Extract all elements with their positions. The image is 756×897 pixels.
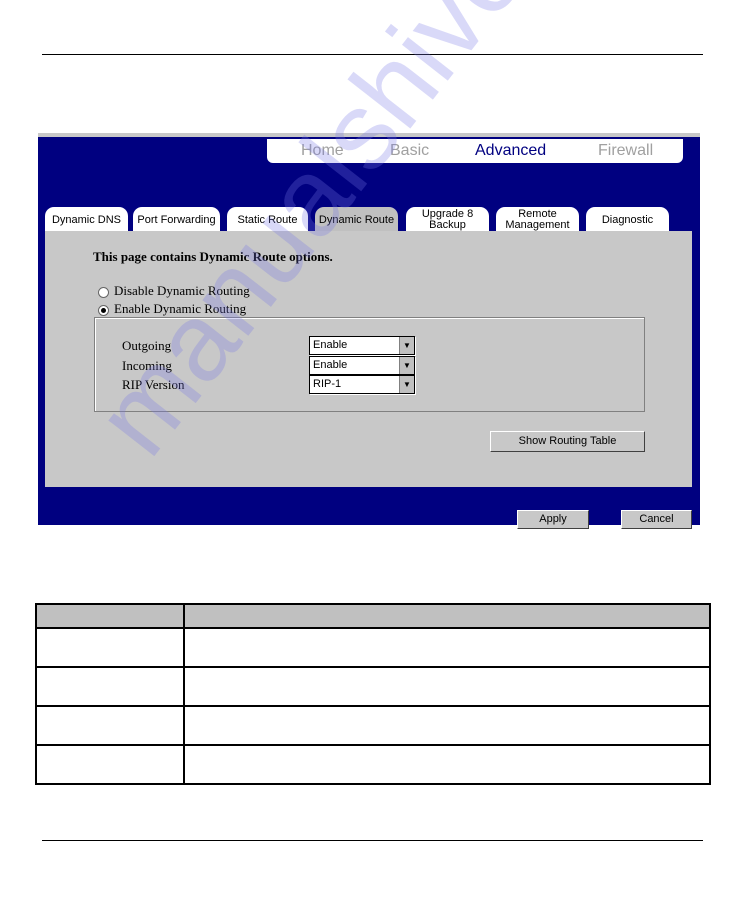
nav-basic[interactable]: Basic <box>390 142 429 160</box>
tab-diagnostic[interactable]: Diagnostic <box>586 207 669 233</box>
table-row <box>35 627 711 668</box>
disable-routing-label: Disable Dynamic Routing <box>114 283 250 298</box>
apply-button[interactable]: Apply <box>517 510 589 529</box>
table-row <box>35 705 711 746</box>
table-cell <box>183 705 711 746</box>
table-cell <box>183 666 711 707</box>
footer-rule <box>42 840 703 841</box>
field-description-table <box>35 603 711 785</box>
header-cell <box>183 603 711 629</box>
disable-routing-radio[interactable] <box>98 287 109 298</box>
rip-version-select[interactable]: RIP-1 ▼ <box>309 375 415 394</box>
table-header-row <box>35 603 711 629</box>
incoming-value: Enable <box>313 359 348 371</box>
table-cell <box>35 705 185 746</box>
top-nav: Home Basic Advanced Firewall <box>267 139 683 163</box>
tab-port-forwarding[interactable]: Port Forwarding <box>133 207 220 233</box>
tab-dynamic-route[interactable]: Dynamic Route <box>315 207 398 233</box>
tab-static-route[interactable]: Static Route <box>227 207 308 233</box>
router-screenshot: Home Basic Advanced Firewall Dynamic DNS… <box>38 133 700 529</box>
chevron-down-icon: ▼ <box>399 376 414 393</box>
nav-home[interactable]: Home <box>301 142 344 160</box>
chevron-down-icon: ▼ <box>399 357 414 374</box>
table-cell <box>35 627 185 668</box>
page-heading: This page contains Dynamic Route options… <box>93 249 333 264</box>
table-cell <box>183 627 711 668</box>
cancel-button[interactable]: Cancel <box>621 510 692 529</box>
chevron-down-icon: ▼ <box>399 337 414 354</box>
nav-advanced[interactable]: Advanced <box>475 142 546 160</box>
table-cell <box>183 744 711 785</box>
show-routing-table-button[interactable]: Show Routing Table <box>490 431 645 452</box>
table-row <box>35 666 711 707</box>
outgoing-label: Outgoing <box>122 338 172 353</box>
content-panel: This page contains Dynamic Route options… <box>45 231 692 487</box>
tab-upgrade-backup[interactable]: Upgrade 8 Backup <box>406 207 489 233</box>
rip-version-label: RIP Version <box>122 377 185 392</box>
nav-firewall[interactable]: Firewall <box>598 142 653 160</box>
incoming-select[interactable]: Enable ▼ <box>309 356 415 375</box>
enable-routing-label: Enable Dynamic Routing <box>114 301 247 316</box>
table-cell <box>35 744 185 785</box>
table-cell <box>35 666 185 707</box>
incoming-label: Incoming <box>122 358 172 373</box>
header-rule <box>42 54 703 55</box>
routing-options-group: Outgoing Enable ▼ Incoming Enable ▼ RIP Ve… <box>94 317 645 412</box>
outgoing-value: Enable <box>313 339 348 351</box>
outgoing-select[interactable]: Enable ▼ <box>309 336 415 355</box>
tab-dynamic-dns[interactable]: Dynamic DNS <box>45 207 128 233</box>
header-cell <box>35 603 185 629</box>
enable-routing-radio[interactable] <box>98 305 109 316</box>
rip-version-value: RIP-1 <box>313 378 342 390</box>
tab-remote-management[interactable]: Remote Management <box>496 207 579 233</box>
table-row <box>35 744 711 785</box>
